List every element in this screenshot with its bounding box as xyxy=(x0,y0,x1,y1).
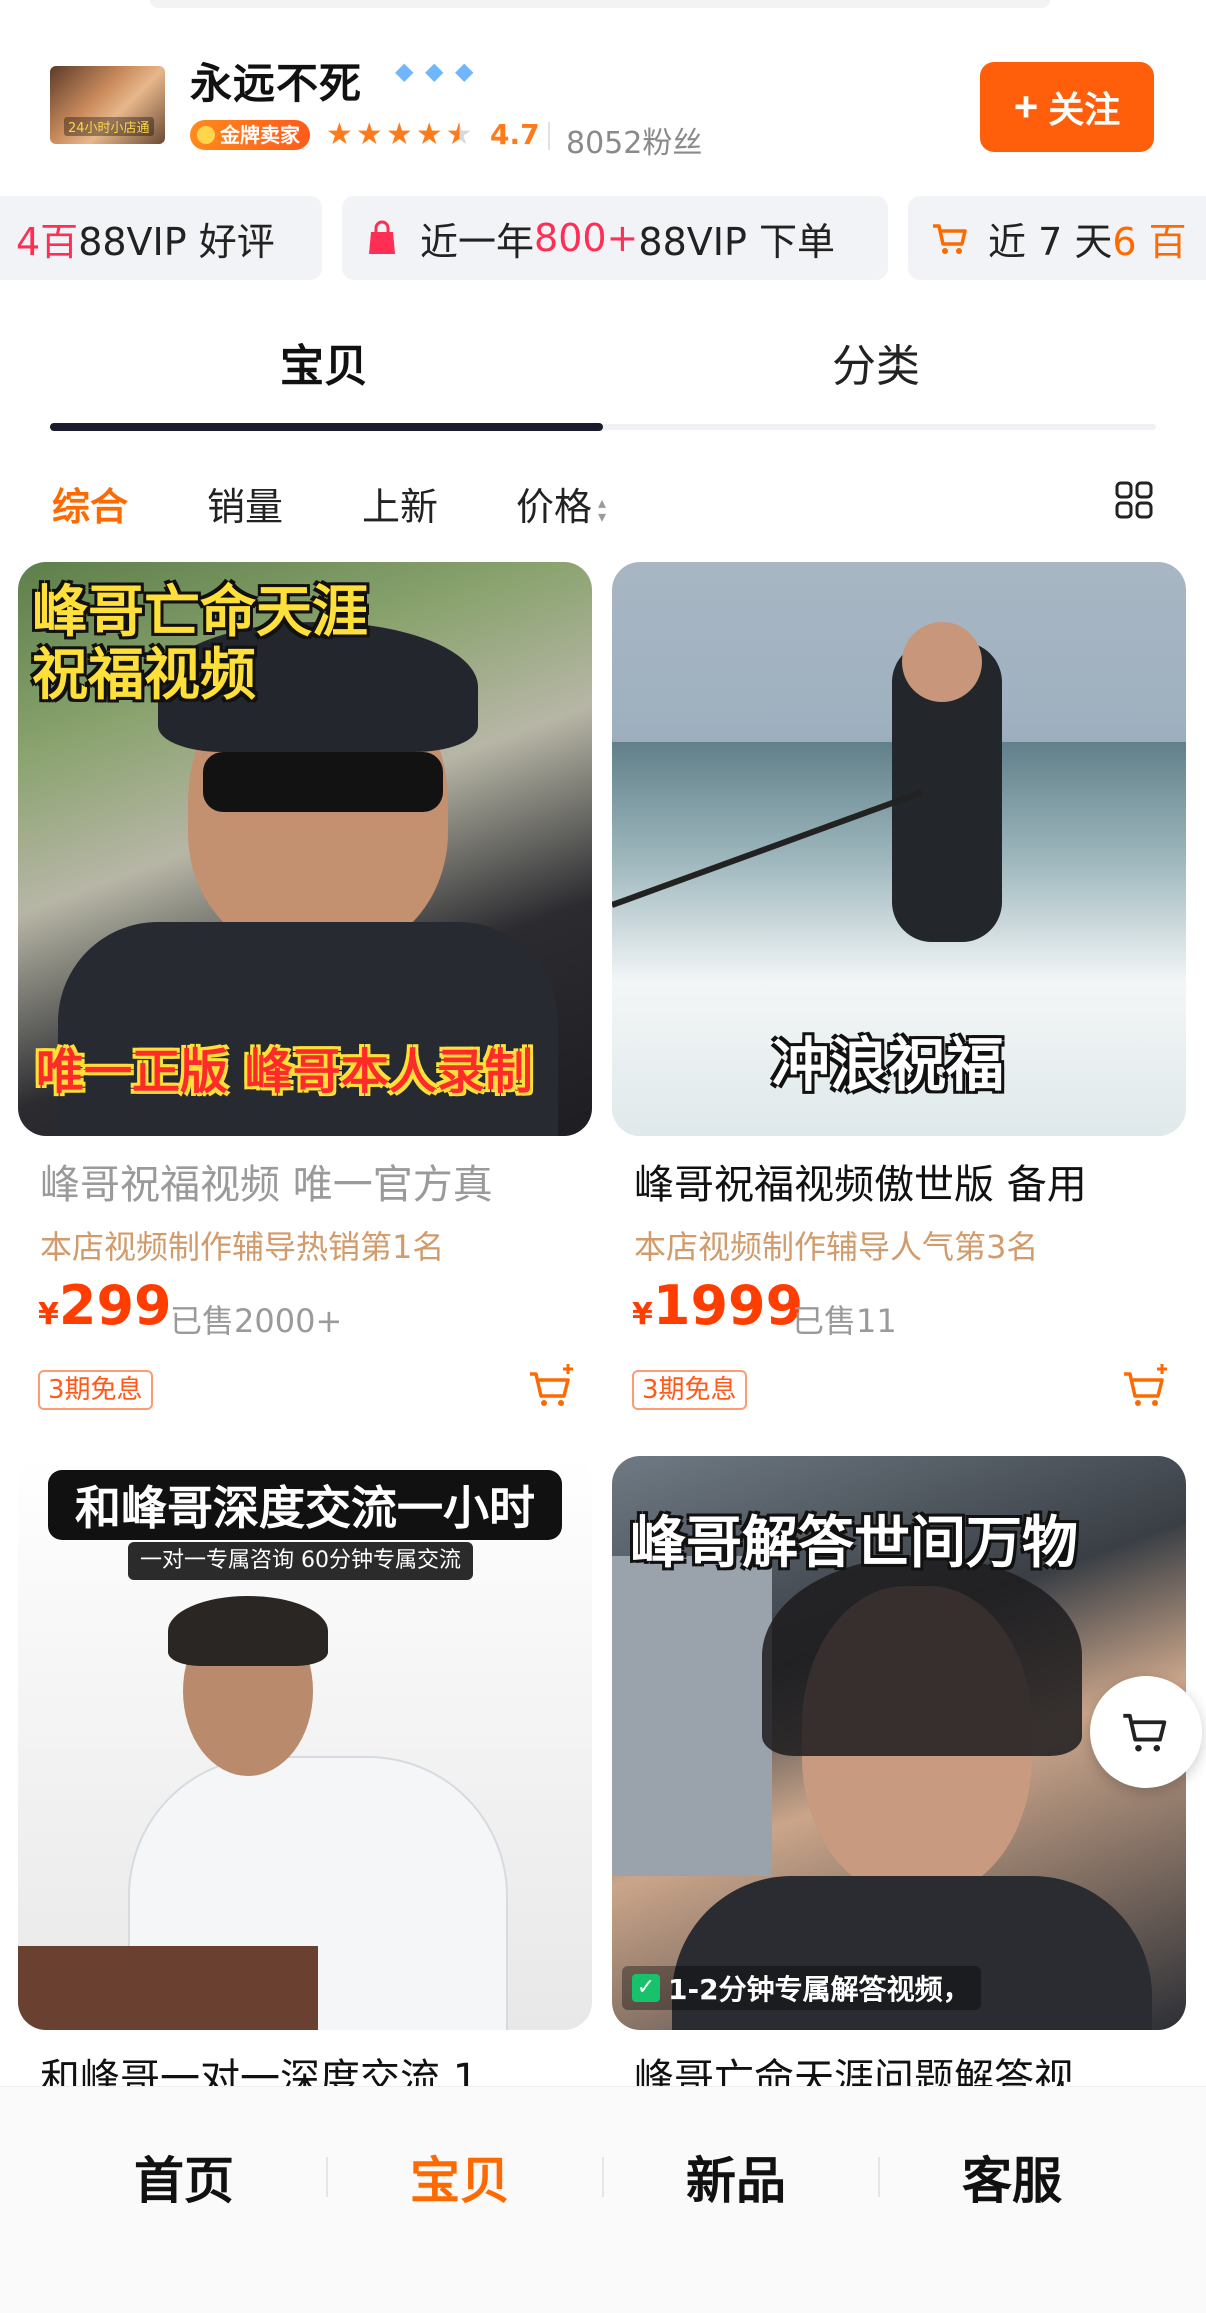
installment-tag: 3期免息 xyxy=(38,1370,153,1410)
sold-count: 已售2000+ xyxy=(170,1302,343,1340)
nav-baobei[interactable]: 宝贝 xyxy=(410,2141,510,2213)
gold-seller-label: 金牌卖家 xyxy=(220,123,300,147)
table-shape xyxy=(18,1946,318,2030)
nav-new[interactable]: 新品 xyxy=(686,2141,786,2213)
chip-vip-reviews[interactable]: 4百 88VIP 好评 xyxy=(0,196,322,280)
product-price: ¥299 xyxy=(38,1274,172,1337)
tab-fenlei[interactable]: 分类 xyxy=(832,330,920,394)
chip-highlight: 6 百 xyxy=(1112,219,1187,264)
rating-stars: ★ ★ ★ ★ ★ xyxy=(326,120,473,150)
sort-new[interactable]: 上新 xyxy=(362,476,438,531)
sort-price-label: 价格 xyxy=(516,485,593,529)
hair-shape xyxy=(168,1596,328,1666)
chip-text: 88VIP 好评 xyxy=(78,219,275,264)
nav-separator xyxy=(878,2157,880,2197)
nav-service[interactable]: 客服 xyxy=(962,2141,1062,2213)
floating-cart-button[interactable] xyxy=(1090,1676,1202,1788)
sort-bar: 综合 销量 上新 价格 ▴ ▾ xyxy=(0,460,1206,540)
sold-count: 已售11 xyxy=(792,1302,897,1340)
surfer-head xyxy=(902,622,982,702)
star-icon: ★ xyxy=(355,117,383,152)
image-caption-bottom: 冲浪祝福 xyxy=(772,1031,1005,1099)
chip-recent-sales[interactable]: 近 7 天 6 百 xyxy=(908,196,1206,280)
star-icon: ★ xyxy=(415,117,443,152)
car-window xyxy=(612,1556,772,1876)
currency-symbol: ¥ xyxy=(632,1297,653,1332)
image-caption-top: 峰哥亡命天涯 祝福视频 xyxy=(32,580,368,708)
shop-header: 24小时小店通 永远不死 ◆ ◆ ◆ 金牌卖家 ★ ★ ★ ★ ★ 4.7 80… xyxy=(0,40,1206,170)
shop-highlights: 4百 88VIP 好评 近一年 800+ 88VIP 下单 近 7 天 6 百 xyxy=(0,196,1206,280)
installment-tag: 3期免息 xyxy=(632,1370,747,1410)
product-title[interactable]: 峰哥祝福视频 唯一官方真 xyxy=(40,1152,493,1210)
currency-symbol: ¥ xyxy=(38,1297,59,1332)
product-title[interactable]: 峰哥祝福视频傲世版 备用 xyxy=(634,1152,1087,1210)
tab-baobei[interactable]: 宝贝 xyxy=(280,330,368,394)
sort-price[interactable]: 价格 ▴ ▾ xyxy=(516,476,606,531)
avatar-label: 24小时小店通 xyxy=(64,117,154,136)
cart-icon xyxy=(1123,1713,1167,1752)
image-caption-bottom: 唯一正版 峰哥本人录制 xyxy=(36,1044,533,1100)
chip-text: 88VIP 下单 xyxy=(638,219,835,264)
sort-comprehensive[interactable]: 综合 xyxy=(52,476,128,531)
product-image[interactable]: 冲浪祝福 xyxy=(612,562,1186,1136)
half-star-icon: ★ xyxy=(445,117,473,152)
fans-count: 8052粉丝 xyxy=(566,126,703,161)
cart-icon xyxy=(933,224,967,254)
divider xyxy=(548,122,550,150)
follow-button[interactable]: + 关注 xyxy=(980,62,1154,152)
check-icon: ✓ xyxy=(632,1974,660,2002)
nav-separator xyxy=(326,2157,328,2197)
shop-avatar[interactable]: 24小时小店通 xyxy=(50,66,165,144)
chip-highlight: 4百 xyxy=(16,219,79,264)
nav-home[interactable]: 首页 xyxy=(134,2141,234,2213)
price-value: 1999 xyxy=(652,1274,804,1337)
shirt-shape xyxy=(58,922,558,1136)
price-value: 299 xyxy=(58,1274,172,1337)
diamond-icon: ◆ xyxy=(425,57,444,85)
chip-vip-orders[interactable]: 近一年 800+ 88VIP 下单 xyxy=(342,196,888,280)
bottom-nav: 首页 宝贝 新品 客服 xyxy=(0,2086,1206,2313)
image-caption-top: 峰哥解答世间万物 xyxy=(630,1511,1078,1576)
tab-indicator xyxy=(50,423,603,431)
sort-sales[interactable]: 销量 xyxy=(207,476,283,531)
top-sheet-edge xyxy=(150,0,1050,8)
nav-separator xyxy=(602,2157,604,2197)
shop-tabs: 宝贝 分类 xyxy=(0,300,1206,440)
product-rank: 本店视频制作辅导人气第3名 xyxy=(634,1228,1039,1266)
image-subbanner: 一对一专属咨询 60分钟专属交流 xyxy=(128,1542,473,1580)
diamond-icon: ◆ xyxy=(455,57,474,85)
image-strip-text: 1-2分钟专属解答视频， xyxy=(668,1973,971,2006)
shop-name[interactable]: 永远不死 xyxy=(190,50,362,111)
star-icon: ★ xyxy=(326,117,353,152)
product-rank: 本店视频制作辅导热销第1名 xyxy=(40,1228,445,1266)
add-to-cart-icon[interactable] xyxy=(526,1362,576,1412)
coin-icon xyxy=(197,126,215,144)
shop-level-diamonds: ◆ ◆ ◆ xyxy=(395,57,481,85)
product-price: ¥1999 xyxy=(632,1274,803,1337)
image-strip: ✓ 1-2分钟专属解答视频， xyxy=(622,1966,981,2010)
grid-view-icon[interactable] xyxy=(1114,480,1154,520)
chip-highlight: 800+ xyxy=(534,216,639,260)
gold-seller-badge: 金牌卖家 xyxy=(190,120,310,150)
star-icon: ★ xyxy=(385,117,413,152)
diamond-icon: ◆ xyxy=(395,57,414,85)
sunglasses-shape xyxy=(203,752,443,812)
sort-caret-icon: ▴ ▾ xyxy=(598,492,607,526)
add-to-cart-icon[interactable] xyxy=(1120,1362,1170,1412)
product-image[interactable]: 和峰哥深度交流一小时 一对一专属咨询 60分钟专属交流 xyxy=(18,1456,592,2030)
chip-prefix: 近 7 天 xyxy=(988,219,1113,264)
shopping-bag-icon xyxy=(369,220,395,254)
follow-label: 关注 xyxy=(1048,89,1121,130)
product-image[interactable]: 峰哥亡命天涯 祝福视频 唯一正版 峰哥本人录制 xyxy=(18,562,592,1136)
plus-icon: + xyxy=(1013,83,1039,130)
rating-value: 4.7 xyxy=(490,118,540,151)
image-banner: 和峰哥深度交流一小时 xyxy=(48,1470,562,1540)
hair-shape xyxy=(762,1556,1082,1756)
chip-prefix: 近一年 xyxy=(420,219,535,264)
